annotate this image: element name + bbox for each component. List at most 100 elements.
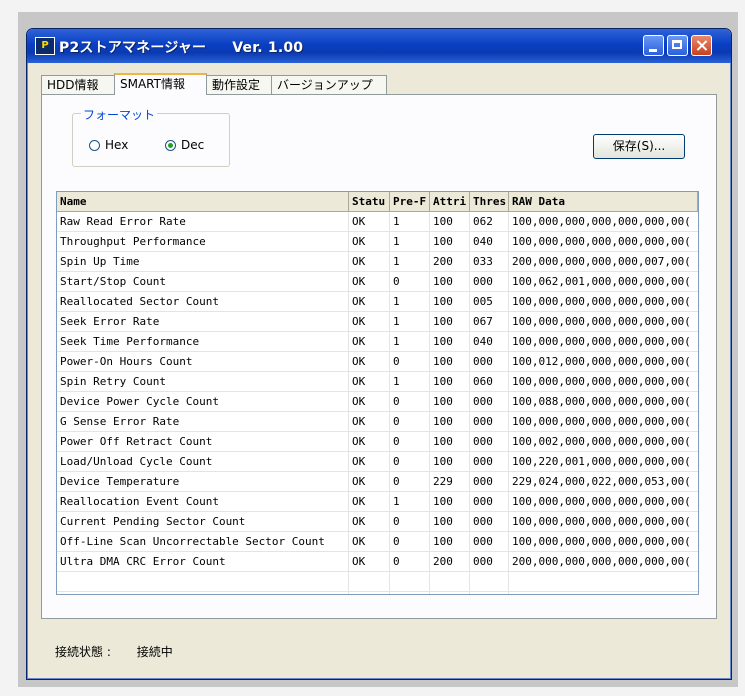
app-version: Ver. 1.00 [232, 40, 304, 56]
table-cell [470, 592, 509, 594]
close-icon[interactable] [691, 35, 712, 56]
hex-radio[interactable]: Hex [89, 138, 128, 152]
connection-status-label: 接続状態 : [55, 645, 111, 659]
table-cell: Device Temperature [57, 472, 349, 491]
minimize-icon[interactable] [643, 35, 664, 56]
table-cell: 040 [470, 232, 509, 251]
table-cell: 100,000,000,000,000,000,00( [512, 415, 691, 428]
table-cell: 1 [390, 212, 430, 231]
table-cell: G Sense Error Rate [57, 412, 349, 431]
table-cell: 200,000,000,000,000,007,00( [512, 255, 691, 268]
table-cell [349, 572, 390, 591]
hex-radio-icon[interactable] [89, 139, 100, 151]
table-cell: Spin Retry Count [57, 372, 349, 391]
table-cell: 1 [390, 372, 430, 391]
table-cell: Load/Unload Cycle Count [57, 452, 349, 471]
dec-radio[interactable]: Dec [165, 138, 204, 152]
dec-radio-icon[interactable] [165, 139, 176, 151]
table-row[interactable]: Raw Read Error Rate OK 1 100 062 100,000,000,… [57, 212, 698, 232]
table-row[interactable]: Reallocated Sector Count OK 1 100 005 100,000… [57, 292, 698, 312]
table-cell: 0 [390, 412, 430, 431]
tab-version-up[interactable]: バージョンアップ [271, 75, 387, 94]
table-cell: 100,000,000,000,000,000,00( [512, 535, 691, 548]
table-cell: OK [349, 372, 390, 391]
maximize-icon[interactable] [667, 35, 688, 56]
table-row[interactable] [57, 572, 698, 592]
table-cell: OK [349, 532, 390, 551]
table-cell: 062 [470, 212, 509, 231]
table-cell: 229,024,000,022,000,053,00( [512, 475, 691, 488]
table-cell: 100 [430, 372, 470, 391]
table-cell: OK [349, 472, 390, 491]
table-row[interactable]: Power Off Retract Count OK 0 100 000 100,002,… [57, 432, 698, 452]
table-cell: OK [349, 312, 390, 331]
table-cell: 100,000,000,000,000,000,00( [512, 375, 691, 388]
main-window: P P2ストアマネージャー Ver. 1.00 HDD情報 SMART情報 動作設… [26, 28, 732, 680]
table-cell: Seek Error Rate [57, 312, 349, 331]
table-cell: 200,000,000,000,000,000,00( [512, 555, 691, 568]
connection-status-value: 接続中 [136, 645, 173, 659]
table-cell: 000 [470, 472, 509, 491]
tab-smart-info[interactable]: SMART情報 [114, 73, 207, 95]
table-cell: OK [349, 452, 390, 471]
table-cell: Power-On Hours Count [57, 352, 349, 371]
table-row[interactable]: Power-On Hours Count OK 0 100 000 100,012,000… [57, 352, 698, 372]
table-cell: 100 [430, 492, 470, 511]
table-cell: 100 [430, 212, 470, 231]
table-row[interactable]: Throughput Performance OK 1 100 040 100,000,0… [57, 232, 698, 252]
table-cell: 229 [430, 472, 470, 491]
table-cell: 000 [470, 452, 509, 471]
table-cell: OK [349, 552, 390, 571]
header-prefail[interactable]: Pre-F [390, 192, 430, 211]
table-cell: 100 [430, 412, 470, 431]
table-row[interactable]: Device Temperature OK 0 229 000 229,024,000,0… [57, 472, 698, 492]
table-row[interactable]: G Sense Error Rate OK 0 100 000 100,000,000,0… [57, 412, 698, 432]
table-cell: 000 [470, 512, 509, 531]
format-group: フォーマット Hex Dec [72, 106, 230, 167]
header-name[interactable]: Name [57, 192, 349, 211]
table-row[interactable]: Spin Up Time OK 1 200 033 200,000,000,000,000… [57, 252, 698, 272]
table-cell: 100,002,000,000,000,000,00( [512, 435, 691, 448]
table-cell: 100 [430, 432, 470, 451]
table-cell: 100 [430, 452, 470, 471]
table-row[interactable] [57, 592, 698, 594]
table-cell [57, 592, 349, 594]
table-cell: 1 [390, 312, 430, 331]
table-cell: 100 [430, 272, 470, 291]
table-row[interactable]: Load/Unload Cycle Count OK 0 100 000 100,220,… [57, 452, 698, 472]
table-row[interactable]: Seek Error Rate OK 1 100 067 100,000,000,000,… [57, 312, 698, 332]
table-row[interactable]: Current Pending Sector Count OK 0 100 000 100… [57, 512, 698, 532]
table-cell: Device Power Cycle Count [57, 392, 349, 411]
table-cell [390, 572, 430, 591]
save-button[interactable]: 保存(S)... [593, 134, 685, 159]
table-cell: 1 [390, 332, 430, 351]
tab-operation-settings[interactable]: 動作設定 [206, 75, 272, 94]
tab-hdd-info[interactable]: HDD情報 [41, 75, 115, 94]
table-row[interactable]: Off-Line Scan Uncorrectable Sector Count… [57, 532, 698, 552]
table-row[interactable]: Spin Retry Count OK 1 100 060 100,000,000,000… [57, 372, 698, 392]
header-attribute[interactable]: Attri [430, 192, 470, 211]
table-cell: OK [349, 432, 390, 451]
smart-table[interactable]: Name Statu Pre-F Attri Thres RAW Data Ra… [56, 191, 699, 595]
table-row[interactable]: Reallocation Event Count OK 1 100 000 100,000… [57, 492, 698, 512]
table-header: Name Statu Pre-F Attri Thres RAW Data [57, 192, 698, 212]
header-raw-data[interactable]: RAW Data [509, 192, 698, 211]
table-cell: 1 [390, 252, 430, 271]
header-threshold[interactable]: Thres [470, 192, 509, 211]
header-status[interactable]: Statu [349, 192, 390, 211]
table-row[interactable]: Start/Stop Count OK 0 100 000 100,062,001,000… [57, 272, 698, 292]
table-cell: 100,000,000,000,000,000,00( [512, 215, 691, 228]
table-row[interactable]: Ultra DMA CRC Error Count OK 0 200 000 200,00… [57, 552, 698, 572]
table-row[interactable]: Device Power Cycle Count OK 0 100 000 100,088… [57, 392, 698, 412]
table-cell: 100,000,000,000,000,000,00( [512, 315, 691, 328]
format-legend: フォーマット [81, 106, 158, 123]
table-cell: OK [349, 412, 390, 431]
title-bar[interactable]: P P2ストアマネージャー Ver. 1.00 [27, 29, 731, 63]
table-cell: 100,000,000,000,000,000,00( [512, 515, 691, 528]
table-row[interactable]: Seek Time Performance OK 1 100 040 100,000,00… [57, 332, 698, 352]
table-cell: OK [349, 512, 390, 531]
table-cell: 0 [390, 532, 430, 551]
table-cell: Off-Line Scan Uncorrectable Sector Count [57, 532, 349, 551]
table-cell: 000 [470, 412, 509, 431]
table-cell: 100 [430, 332, 470, 351]
